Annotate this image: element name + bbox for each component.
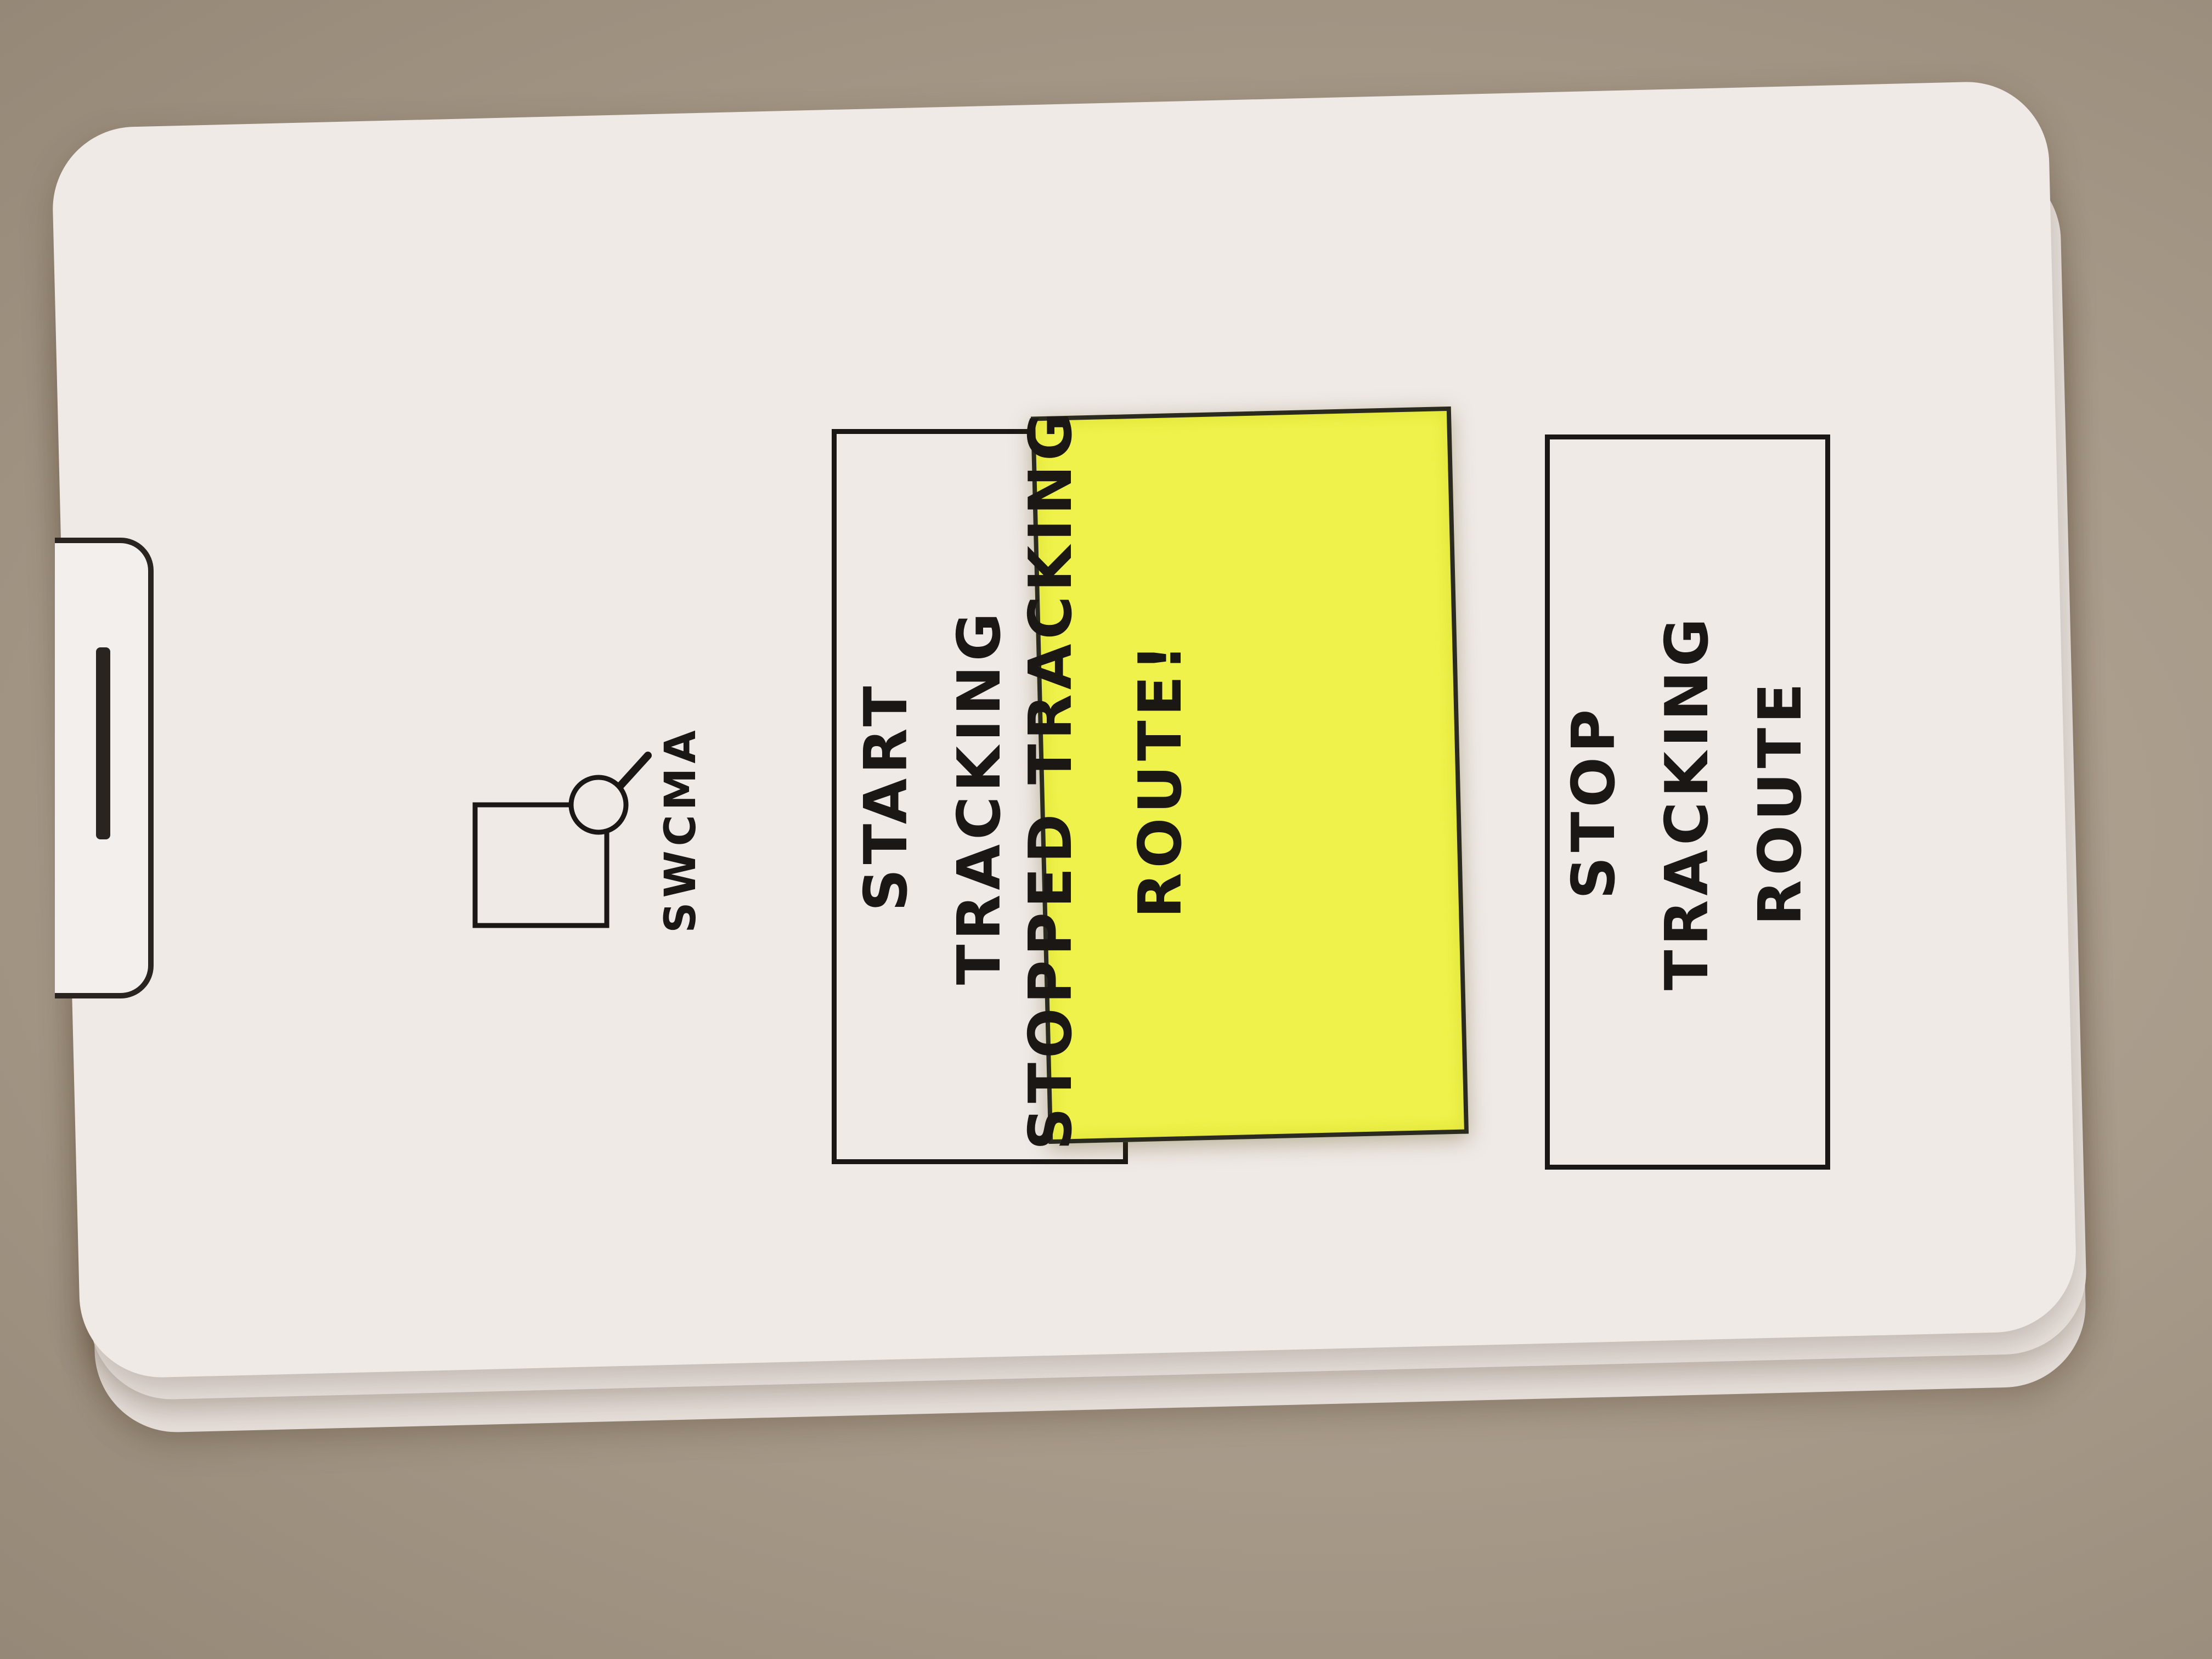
app-logo-label: SWCMA [656,726,706,933]
stop-button-line-3: ROUTE [1746,678,1815,926]
stop-button-line-2: TRACKING [1653,613,1722,991]
start-button-line-1: START [852,681,921,912]
toast-line-1: STOPPED TRACKING [1017,408,1085,1150]
stop-tracking-route-button[interactable]: STOP TRACKING ROUTE [1545,435,1830,1170]
photo-scene: SWCMA START TRACKING ROUTE STOP TRACKING… [0,0,2212,1659]
toast-message: STOPPED TRACKING ROUTE! [991,408,1221,1150]
toast-line-2: ROUTE! [1126,640,1195,918]
stop-button-line-1: STOP [1560,704,1628,900]
map-with-magnifier-icon [472,752,652,928]
binder-clip-bar [96,647,110,839]
